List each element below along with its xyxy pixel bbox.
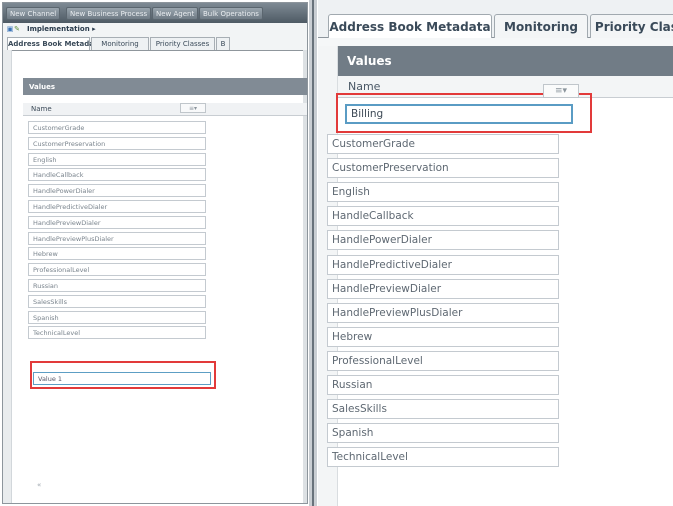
collapse-icon[interactable]: «: [37, 481, 41, 489]
values-title: Values: [347, 54, 392, 68]
list-item[interactable]: ProfessionalLevel: [327, 350, 559, 371]
list-item[interactable]: HandlePreviewPlusDialer: [327, 302, 559, 323]
list-item[interactable]: Spanish: [327, 423, 559, 444]
panel-divider: [309, 0, 317, 506]
edit-icon[interactable]: ✎: [13, 25, 21, 33]
left-screenshot-panel: New Channel New Business Process New Age…: [2, 2, 308, 504]
sort-menu-icon[interactable]: ≡▾: [543, 84, 579, 98]
list-item[interactable]: HandlePreviewDialer: [327, 278, 559, 299]
list-item[interactable]: HandlePreviewDialer: [28, 215, 206, 229]
name-column-header[interactable]: Name: [31, 105, 52, 113]
list-item[interactable]: Spanish: [28, 310, 206, 324]
list-item[interactable]: HandlePredictiveDialer: [327, 254, 559, 275]
list-item[interactable]: HandleCallback: [28, 168, 206, 182]
list-item[interactable]: English: [327, 182, 559, 203]
new-business-process-button[interactable]: New Business Process: [66, 7, 152, 20]
list-item[interactable]: ProfessionalLevel: [28, 263, 206, 277]
list-item[interactable]: HandlePredictiveDialer: [28, 200, 206, 213]
new-agent-button[interactable]: New Agent: [152, 7, 199, 20]
list-item[interactable]: HandlePowerDialer: [327, 230, 559, 251]
list-item[interactable]: Hebrew: [28, 247, 206, 261]
list-item[interactable]: CustomerGrade: [327, 134, 559, 154]
list-item[interactable]: TechnicalLevel: [28, 326, 206, 340]
values-header-bar: [23, 78, 307, 95]
list-item[interactable]: SalesSkills: [327, 399, 559, 420]
sort-menu-icon[interactable]: ≡▾: [180, 103, 206, 113]
list-item[interactable]: English: [28, 152, 206, 166]
tab-separator: [318, 38, 673, 46]
tab-more[interactable]: B: [216, 37, 230, 50]
list-item[interactable]: SalesSkills: [28, 294, 206, 308]
list-item[interactable]: CustomerPreservation: [28, 136, 206, 150]
list-item[interactable]: CustomerGrade: [28, 121, 206, 134]
list-item[interactable]: HandlePreviewPlusDialer: [28, 231, 206, 245]
divider-edge: [312, 0, 314, 506]
right-gutter: [303, 50, 307, 503]
list-item[interactable]: Russian: [327, 375, 559, 395]
list-item[interactable]: HandleCallback: [327, 206, 559, 227]
right-zoomed-panel: Address Book Metadata Monitoring Priorit…: [318, 0, 673, 506]
list-item[interactable]: TechnicalLevel: [327, 447, 559, 468]
list-item[interactable]: HandlePowerDialer: [28, 184, 206, 198]
tab-priority-classes[interactable]: Priority Classes: [150, 37, 215, 50]
tab-address-book-metadata[interactable]: Address Book Metadata: [328, 14, 492, 38]
new-channel-button[interactable]: New Channel: [6, 7, 61, 20]
tab-monitoring[interactable]: Monitoring: [494, 14, 588, 38]
breadcrumb[interactable]: Implementation ▸: [27, 25, 96, 33]
list-item[interactable]: Russian: [28, 279, 206, 292]
column-header-row: [23, 103, 307, 116]
highlight-box: [30, 361, 216, 389]
tab-priority-class[interactable]: Priority Class: [590, 14, 673, 38]
name-column-header[interactable]: Name: [348, 80, 380, 93]
values-title: Values: [29, 83, 56, 91]
left-gutter: [3, 50, 12, 503]
tab-address-book-metadata[interactable]: Address Book Metadata: [7, 37, 102, 50]
list-item[interactable]: Hebrew: [327, 326, 559, 347]
list-item[interactable]: CustomerPreservation: [327, 158, 559, 179]
tab-monitoring[interactable]: Monitoring: [91, 37, 149, 50]
highlight-box: [336, 93, 592, 133]
bulk-operations-button[interactable]: Bulk Operations: [199, 7, 263, 20]
